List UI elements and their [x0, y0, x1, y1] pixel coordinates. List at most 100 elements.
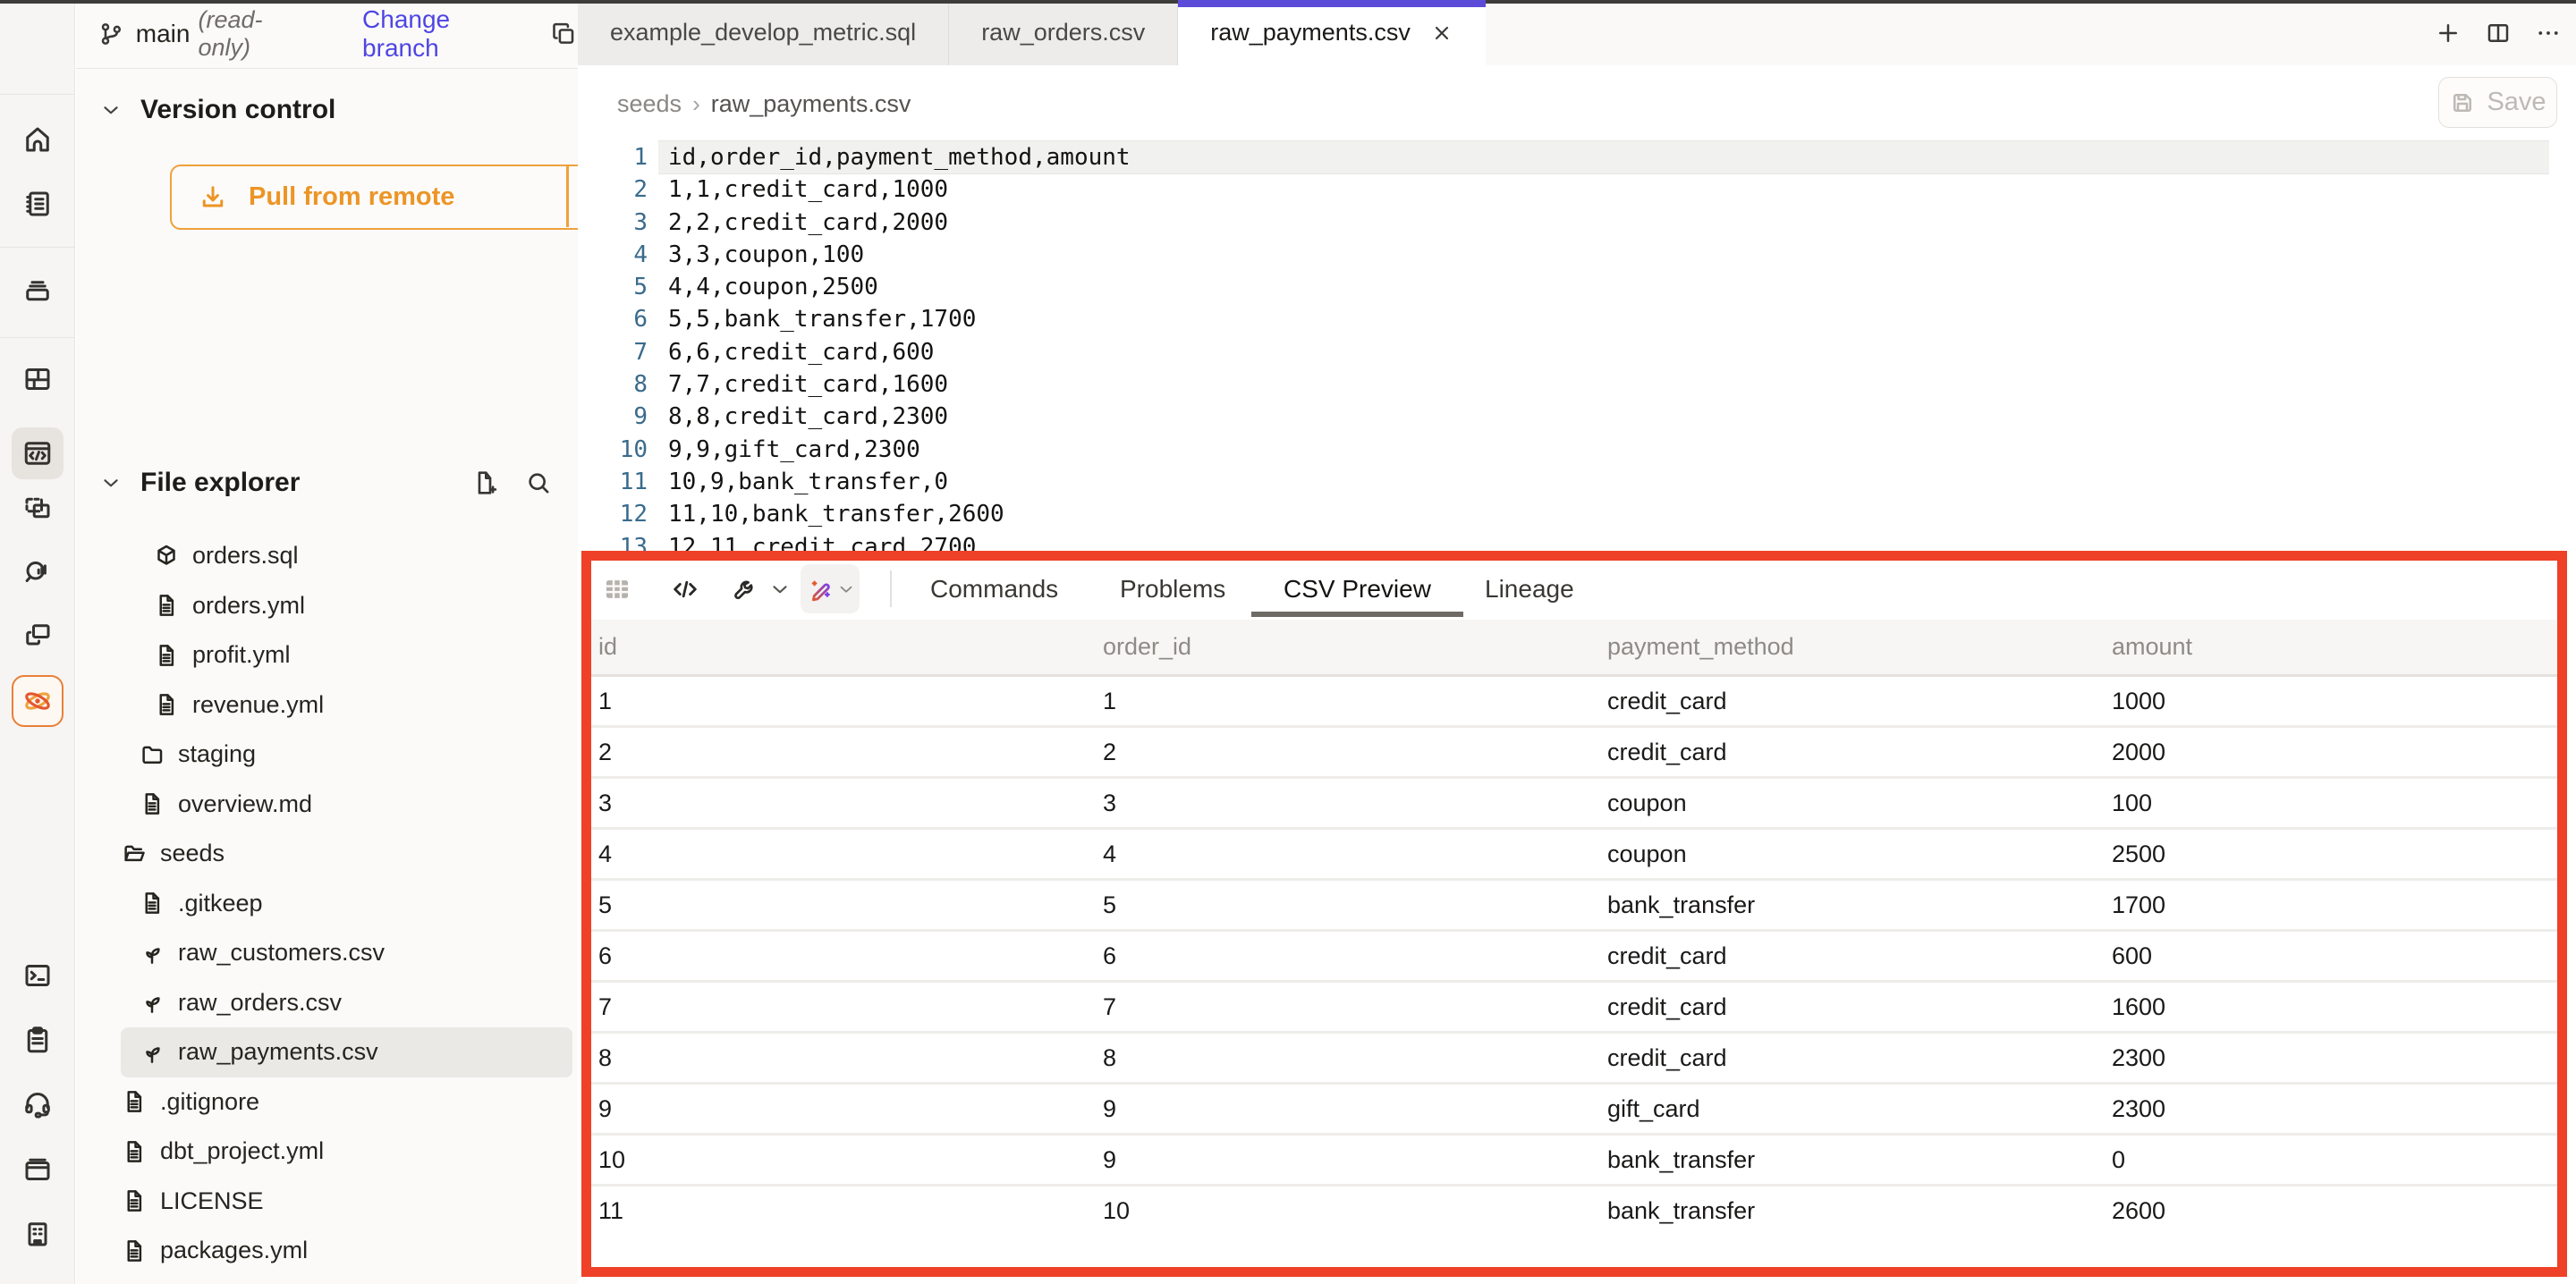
- window-select-icon[interactable]: [21, 492, 54, 524]
- file-item-raw-orders-csv[interactable]: raw_orders.csv: [76, 978, 578, 1028]
- organization-icon[interactable]: [21, 1218, 54, 1250]
- csv-table-body: 11credit_card100022credit_card200033coup…: [591, 674, 2557, 1235]
- code-line-5[interactable]: 54,4,coupon,2500: [578, 271, 2576, 303]
- csv-preview-panel-highlighted: CommandsProblemsCSV PreviewLineage idord…: [581, 551, 2567, 1277]
- file-item-raw-payments-csv[interactable]: raw_payments.csv: [121, 1027, 572, 1077]
- dbt-logo[interactable]: [13, 11, 62, 59]
- line-number: 9: [578, 401, 648, 433]
- file-item--gitkeep[interactable]: .gitkeep: [76, 879, 578, 929]
- home-icon[interactable]: [21, 123, 54, 156]
- table-cell: 2300: [2105, 1044, 2557, 1072]
- table-cell: 2300: [2105, 1095, 2557, 1123]
- table-cell: 1600: [2105, 993, 2557, 1021]
- dbt-orbit-icon[interactable]: [12, 675, 64, 727]
- column-header-order_id: order_id: [1096, 633, 1600, 661]
- code-line-10[interactable]: 109,9,gift_card,2300: [578, 434, 2576, 466]
- line-text: 3,3,coupon,100: [668, 239, 864, 271]
- file-item--gitignore[interactable]: .gitignore: [76, 1077, 578, 1128]
- code-line-7[interactable]: 76,6,credit_card,600: [578, 336, 2576, 368]
- version-control-section-header[interactable]: Version control: [76, 88, 578, 132]
- file-item-dbt-project-yml[interactable]: dbt_project.yml: [76, 1127, 578, 1177]
- code-line-2[interactable]: 21,1,credit_card,1000: [578, 173, 2576, 206]
- editor-tab-example-develop-metric-sql[interactable]: example_develop_metric.sql: [578, 0, 949, 65]
- file-item-staging[interactable]: staging: [76, 730, 578, 780]
- new-file-icon[interactable]: [470, 469, 499, 497]
- panel-tab-commands[interactable]: Commands: [930, 561, 1058, 617]
- file-item-profit-yml[interactable]: profit.yml: [76, 630, 578, 680]
- code-line-11[interactable]: 1110,9,bank_transfer,0: [578, 466, 2576, 498]
- new-tab-icon[interactable]: [2435, 20, 2462, 46]
- table-cell: 2: [1096, 739, 1600, 766]
- file-item-license[interactable]: LICENSE: [76, 1177, 578, 1227]
- query-insights-icon[interactable]: [21, 555, 54, 587]
- copy-icon[interactable]: [550, 20, 578, 48]
- table-row: 77credit_card1600: [591, 980, 2557, 1031]
- panel-tab-problems[interactable]: Problems: [1120, 561, 1225, 617]
- layout-grid-icon[interactable]: [21, 363, 54, 395]
- search-icon[interactable]: [524, 469, 553, 497]
- table-cell: 3: [591, 790, 1096, 817]
- clipboard-icon[interactable]: [21, 1024, 54, 1056]
- table-cell: 2000: [2105, 739, 2557, 766]
- change-branch-link[interactable]: Change branch: [362, 5, 527, 63]
- code-tag-icon[interactable]: [670, 574, 700, 604]
- folder-open-icon: [121, 841, 148, 867]
- wrench-icon[interactable]: [731, 575, 759, 604]
- line-number: 10: [578, 434, 648, 466]
- notebook-icon[interactable]: [21, 188, 54, 220]
- file-item-overview-md[interactable]: overview.md: [76, 780, 578, 830]
- file-item-revenue-yml[interactable]: revenue.yml: [76, 680, 578, 731]
- code-line-3[interactable]: 32,2,credit_card,2000: [578, 207, 2576, 239]
- code-line-8[interactable]: 87,7,credit_card,1600: [578, 368, 2576, 401]
- code-editor[interactable]: 1id,order_id,payment_method,amount21,1,c…: [578, 141, 2576, 563]
- table-cell: credit_card: [1600, 688, 2105, 715]
- table-row: 55bank_transfer1700: [591, 878, 2557, 929]
- pull-from-remote-button[interactable]: Pull from remote: [170, 165, 635, 230]
- more-options-icon[interactable]: [2535, 20, 2562, 46]
- line-text: 4,4,coupon,2500: [668, 271, 878, 303]
- editor-tab-raw-orders-csv[interactable]: raw_orders.csv: [949, 0, 1178, 65]
- panel-tab-csv-preview[interactable]: CSV Preview: [1284, 561, 1431, 617]
- editor-tab-raw-payments-csv[interactable]: raw_payments.csv: [1178, 0, 1486, 65]
- file-item-seeds[interactable]: seeds: [76, 829, 578, 879]
- file-explorer-section-header[interactable]: File explorer: [76, 460, 578, 505]
- table-cell: coupon: [1600, 841, 2105, 868]
- code-editor-icon[interactable]: [12, 427, 64, 479]
- code-line-9[interactable]: 98,8,credit_card,2300: [578, 401, 2576, 433]
- breadcrumb-file: raw_payments.csv: [711, 90, 911, 118]
- version-control-title: Version control: [140, 95, 335, 125]
- headset-icon[interactable]: [21, 1087, 54, 1119]
- line-text: 2,2,credit_card,2000: [668, 207, 948, 239]
- breadcrumb: seeds › raw_payments.csv: [617, 65, 911, 143]
- code-line-4[interactable]: 43,3,coupon,100: [578, 239, 2576, 271]
- panel-tab-lineage[interactable]: Lineage: [1485, 561, 1574, 617]
- code-line-1[interactable]: 1id,order_id,payment_method,amount: [578, 141, 2576, 173]
- save-button[interactable]: Save: [2438, 77, 2557, 128]
- file-item-orders-sql[interactable]: orders.sql: [76, 531, 578, 581]
- magic-pen-button[interactable]: [801, 564, 860, 613]
- breadcrumb-folder[interactable]: seeds: [617, 90, 682, 118]
- table-icon[interactable]: [602, 574, 632, 604]
- table-cell: 100: [2105, 790, 2557, 817]
- inbox-tray-icon[interactable]: [21, 275, 54, 307]
- close-icon[interactable]: [1430, 21, 1453, 45]
- doc-icon: [121, 1238, 148, 1264]
- split-editor-icon[interactable]: [2485, 20, 2512, 46]
- table-cell: 9: [591, 1095, 1096, 1123]
- git-branch-icon: [97, 20, 125, 48]
- line-text: 1,1,credit_card,1000: [668, 173, 948, 206]
- file-item-orders-yml[interactable]: orders.yml: [76, 581, 578, 631]
- chevron-down-icon[interactable]: [768, 578, 792, 601]
- file-item-packages-yml[interactable]: packages.yml: [76, 1226, 578, 1276]
- table-cell: 7: [1096, 993, 1600, 1021]
- terminal-icon[interactable]: [21, 959, 54, 992]
- code-line-12[interactable]: 1211,10,bank_transfer,2600: [578, 498, 2576, 530]
- browser-window-icon[interactable]: [21, 1153, 54, 1186]
- seed-icon: [139, 1039, 165, 1066]
- table-cell: bank_transfer: [1600, 891, 2105, 919]
- table-cell: credit_card: [1600, 739, 2105, 766]
- divider: [890, 570, 892, 607]
- code-line-6[interactable]: 65,5,bank_transfer,1700: [578, 303, 2576, 335]
- file-item-raw-customers-csv[interactable]: raw_customers.csv: [76, 928, 578, 978]
- windows-overlap-icon[interactable]: [21, 620, 54, 652]
